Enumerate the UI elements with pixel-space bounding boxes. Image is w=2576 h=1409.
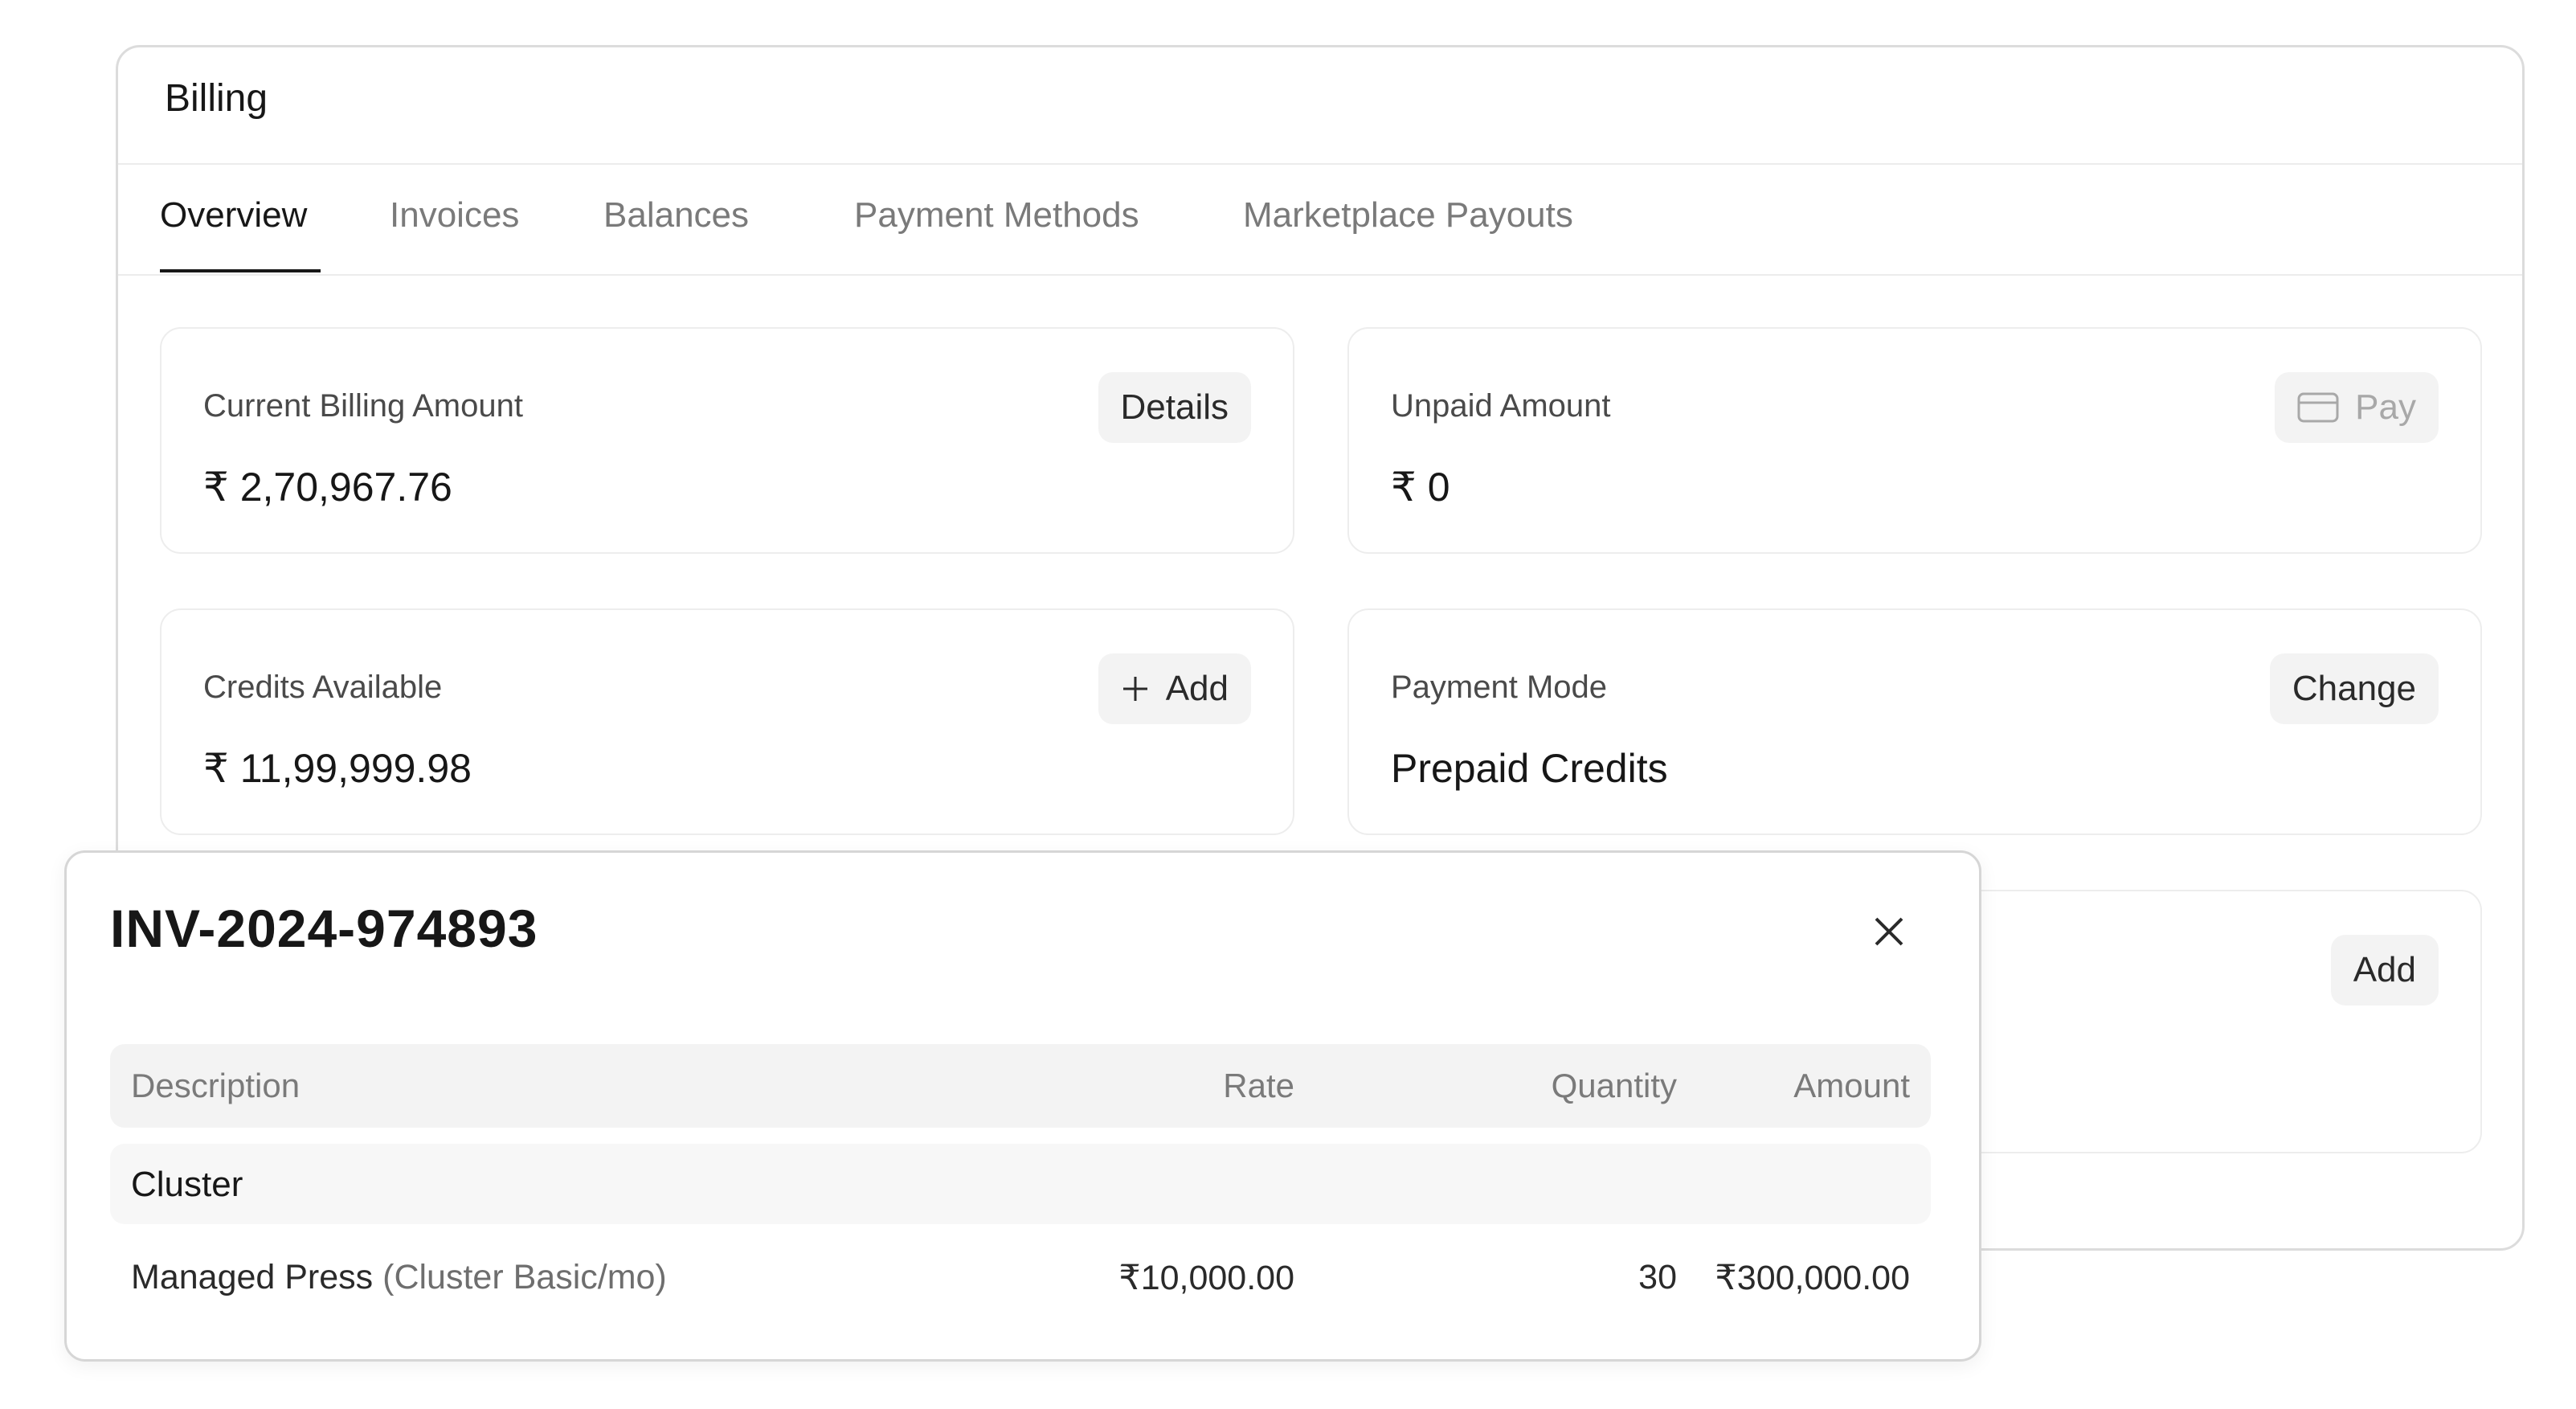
column-description: Description [131, 1067, 301, 1104]
plus-icon [1121, 674, 1150, 703]
invoice-table-header: Description Rate Quantity Amount [110, 1044, 1931, 1128]
change-button-label: Change [2292, 669, 2416, 708]
current-billing-value: ₹ 2,70,967.76 [203, 465, 452, 510]
details-button[interactable]: Details [1098, 372, 1251, 443]
unpaid-amount-value: ₹ 0 [1391, 465, 1450, 510]
column-amount: Amount [1793, 1067, 1910, 1104]
pay-button[interactable]: Pay [2275, 372, 2439, 443]
credit-card-icon [2297, 392, 2339, 423]
close-icon[interactable] [1871, 914, 1907, 949]
invoice-group-row: Cluster [110, 1144, 1931, 1224]
credits-available-card: Credits Available ₹ 11,99,999.98 Add [160, 608, 1294, 835]
page-title: Billing [165, 77, 268, 120]
current-billing-label: Current Billing Amount [203, 388, 523, 424]
pay-button-label: Pay [2355, 387, 2416, 427]
tab-balances[interactable]: Balances [603, 195, 749, 236]
unpaid-amount-label: Unpaid Amount [1391, 388, 1611, 424]
add-credits-button[interactable]: Add [1098, 653, 1251, 724]
item-description-name: Managed Press [131, 1258, 374, 1296]
payment-mode-card: Payment Mode Prepaid Credits Change [1347, 608, 2482, 835]
column-quantity: Quantity [1551, 1067, 1677, 1104]
table-row: Managed Press (Cluster Basic/mo) ₹10,000… [110, 1232, 1931, 1321]
active-tab-indicator [160, 269, 321, 272]
invoice-modal: INV-2024-974893 Description Rate Quantit… [64, 850, 1981, 1362]
change-payment-mode-button[interactable]: Change [2269, 653, 2439, 724]
item-description-detail: (Cluster Basic/mo) [382, 1258, 667, 1296]
current-billing-card: Current Billing Amount ₹ 2,70,967.76 Det… [160, 327, 1294, 554]
credits-available-label: Credits Available [203, 670, 443, 705]
tab-overview[interactable]: Overview [160, 195, 307, 236]
column-rate: Rate [1223, 1067, 1294, 1104]
add-button-label: Add [2353, 950, 2416, 989]
item-amount: ₹300,000.00 [1715, 1259, 1910, 1297]
add-button[interactable]: Add [2330, 935, 2439, 1006]
add-credits-button-label: Add [1165, 669, 1229, 708]
tab-payment-methods[interactable]: Payment Methods [854, 195, 1139, 236]
unpaid-amount-card: Unpaid Amount ₹ 0 Pay [1347, 327, 2482, 554]
tab-invoices[interactable]: Invoices [390, 195, 519, 236]
billing-header: Billing [118, 47, 2522, 165]
tab-marketplace-payouts[interactable]: Marketplace Payouts [1243, 195, 1573, 236]
payment-mode-label: Payment Mode [1391, 670, 1608, 705]
item-description: Managed Press (Cluster Basic/mo) [131, 1258, 667, 1297]
billing-tabs: Overview Invoices Balances Payment Metho… [118, 166, 2522, 276]
invoice-title: INV-2024-974893 [110, 899, 538, 958]
item-rate: ₹10,000.00 [1118, 1259, 1294, 1297]
details-button-label: Details [1120, 387, 1229, 427]
payment-mode-value: Prepaid Credits [1391, 746, 1668, 791]
credits-available-value: ₹ 11,99,999.98 [203, 746, 472, 791]
group-label: Cluster [131, 1165, 243, 1204]
